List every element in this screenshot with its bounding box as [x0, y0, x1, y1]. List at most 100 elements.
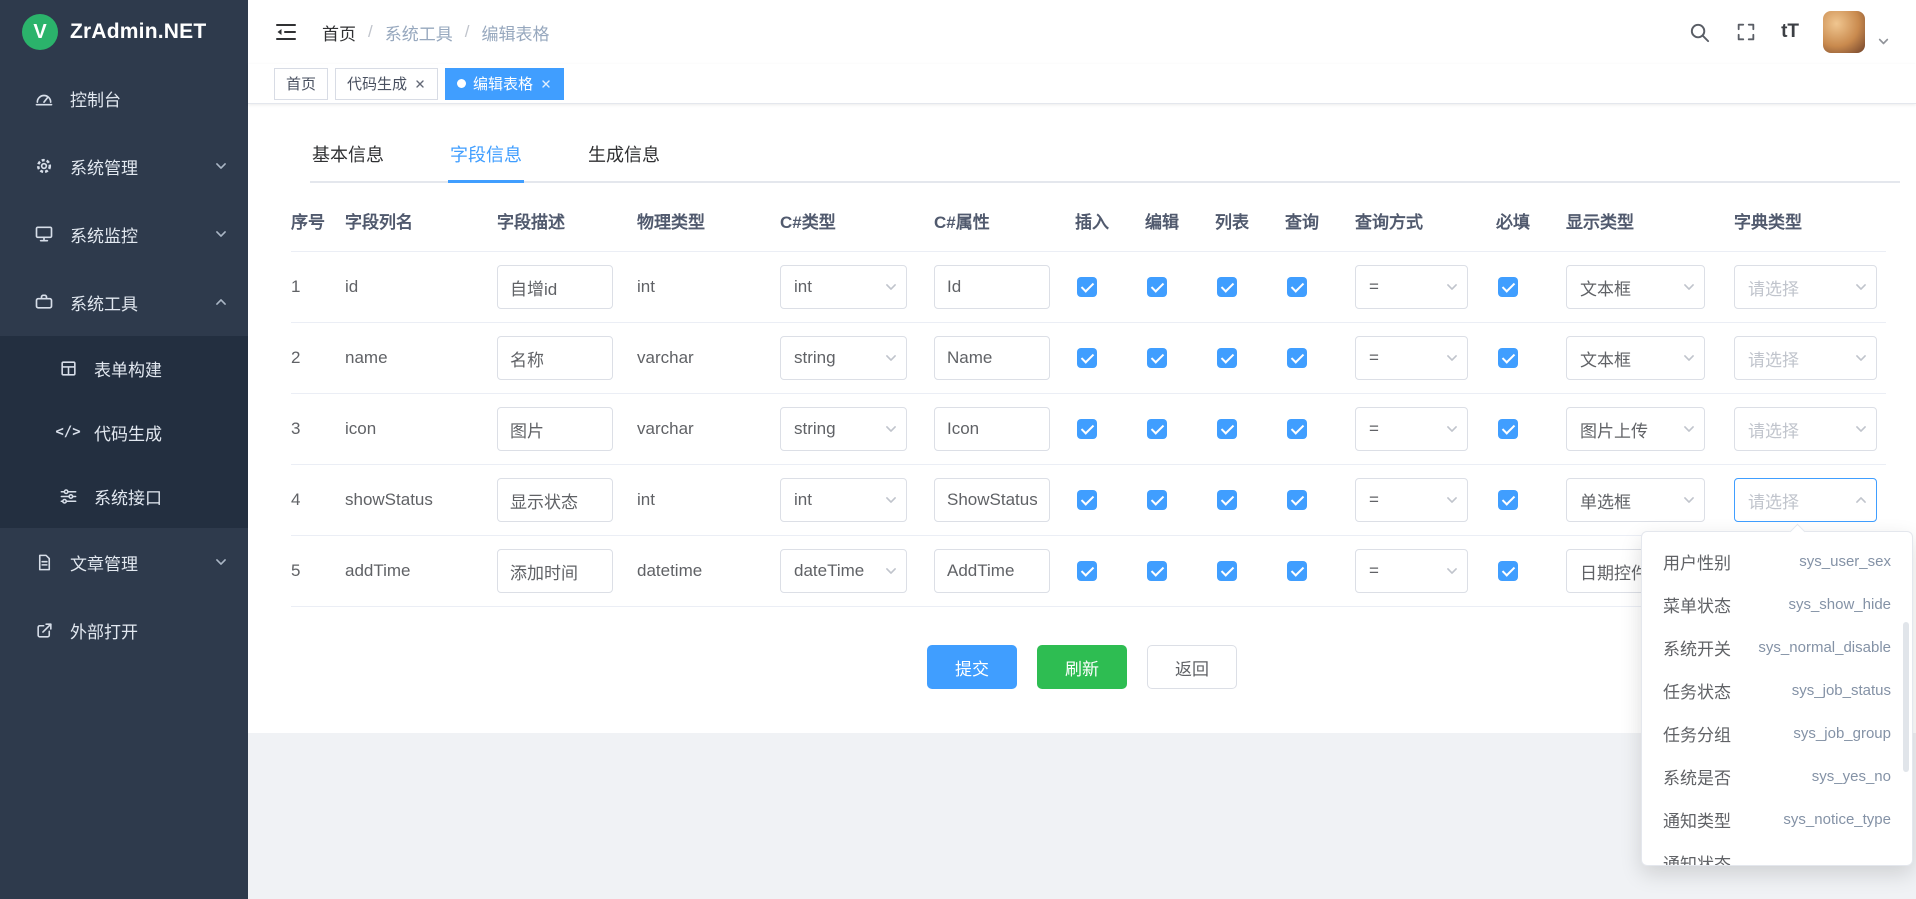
- refresh-button[interactable]: 刷新: [1037, 645, 1127, 689]
- query-mode-select[interactable]: =: [1355, 265, 1468, 309]
- required-checkbox[interactable]: [1498, 277, 1518, 297]
- dropdown-option[interactable]: 通知状态: [1642, 841, 1912, 865]
- logo[interactable]: V ZrAdmin.NET: [0, 0, 248, 64]
- query-checkbox[interactable]: [1287, 277, 1307, 297]
- query-checkbox[interactable]: [1287, 419, 1307, 439]
- close-icon[interactable]: [414, 78, 426, 90]
- list-checkbox[interactable]: [1217, 419, 1237, 439]
- tab-field-info[interactable]: 字段信息: [448, 128, 524, 181]
- cs-type-select[interactable]: string: [780, 336, 907, 380]
- query-mode-select[interactable]: =: [1355, 407, 1468, 451]
- breadcrumb-current: 编辑表格: [481, 20, 549, 45]
- list-checkbox[interactable]: [1217, 348, 1237, 368]
- chevron-down-icon: [1445, 351, 1459, 365]
- query-checkbox[interactable]: [1287, 348, 1307, 368]
- insert-checkbox[interactable]: [1077, 490, 1097, 510]
- dropdown-option[interactable]: 通知类型 sys_notice_type: [1642, 798, 1912, 841]
- close-icon[interactable]: [540, 78, 552, 90]
- dict-type-select[interactable]: 请选择: [1734, 265, 1877, 309]
- edit-checkbox[interactable]: [1147, 277, 1167, 297]
- edit-checkbox[interactable]: [1147, 561, 1167, 581]
- required-checkbox[interactable]: [1498, 490, 1518, 510]
- col-header: 字段描述: [497, 208, 637, 233]
- dropdown-option[interactable]: 任务状态 sys_job_status: [1642, 669, 1912, 712]
- sidebar-item-label: 系统管理: [70, 154, 138, 179]
- sidebar-fold-icon[interactable]: [274, 20, 298, 44]
- required-checkbox[interactable]: [1498, 561, 1518, 581]
- breadcrumb-section[interactable]: 系统工具: [385, 20, 453, 45]
- logo-icon: V: [22, 14, 58, 50]
- display-type-select[interactable]: 文本框: [1566, 265, 1705, 309]
- cs-type-select[interactable]: dateTime: [780, 549, 907, 593]
- seq-cell: 4: [291, 490, 345, 510]
- submit-button[interactable]: 提交: [927, 645, 1017, 689]
- field-desc-input[interactable]: [497, 407, 613, 451]
- list-checkbox[interactable]: [1217, 561, 1237, 581]
- list-checkbox[interactable]: [1217, 490, 1237, 510]
- query-checkbox[interactable]: [1287, 490, 1307, 510]
- sidebar-item-code-generator[interactable]: </> 代码生成: [0, 400, 248, 464]
- dropdown-option[interactable]: 用户性别 sys_user_sex: [1642, 540, 1912, 583]
- dict-type-select[interactable]: 请选择: [1734, 336, 1877, 380]
- insert-checkbox[interactable]: [1077, 348, 1097, 368]
- insert-checkbox[interactable]: [1077, 277, 1097, 297]
- cs-attr-input[interactable]: [934, 336, 1050, 380]
- query-mode-select[interactable]: =: [1355, 336, 1468, 380]
- cs-attr-input[interactable]: [934, 407, 1050, 451]
- field-desc-input[interactable]: [497, 336, 613, 380]
- cs-type-select[interactable]: int: [780, 478, 907, 522]
- query-mode-select[interactable]: =: [1355, 478, 1468, 522]
- sidebar-item-external-open[interactable]: 外部打开: [0, 596, 248, 664]
- physical-type-cell: varchar: [637, 419, 780, 439]
- dropdown-scrollbar[interactable]: [1903, 622, 1909, 772]
- required-checkbox[interactable]: [1498, 419, 1518, 439]
- dict-type-select-open[interactable]: 请选择: [1734, 478, 1877, 522]
- dropdown-option[interactable]: 系统开关 sys_normal_disable: [1642, 626, 1912, 669]
- cs-attr-input[interactable]: [934, 478, 1050, 522]
- fullscreen-icon[interactable]: [1735, 21, 1757, 43]
- display-type-select[interactable]: 单选框: [1566, 478, 1705, 522]
- field-desc-input[interactable]: [497, 549, 613, 593]
- cs-type-select[interactable]: int: [780, 265, 907, 309]
- sidebar-item-system-manage[interactable]: 系统管理: [0, 132, 248, 200]
- font-size-icon[interactable]: tT: [1781, 21, 1799, 43]
- sidebar-item-dashboard[interactable]: 控制台: [0, 64, 248, 132]
- dropdown-option[interactable]: 菜单状态 sys_show_hide: [1642, 583, 1912, 626]
- sidebar-item-system-api[interactable]: 系统接口: [0, 464, 248, 528]
- edit-checkbox[interactable]: [1147, 348, 1167, 368]
- tab-generate-info[interactable]: 生成信息: [586, 128, 662, 181]
- caret-down-icon[interactable]: [1877, 35, 1890, 48]
- tab-basic-info[interactable]: 基本信息: [310, 128, 386, 181]
- query-checkbox[interactable]: [1287, 561, 1307, 581]
- sidebar-item-article-manage[interactable]: 文章管理: [0, 528, 248, 596]
- sidebar-item-system-monitor[interactable]: 系统监控: [0, 200, 248, 268]
- avatar[interactable]: [1823, 11, 1865, 53]
- cs-type-select[interactable]: string: [780, 407, 907, 451]
- edit-checkbox[interactable]: [1147, 419, 1167, 439]
- display-type-select[interactable]: 图片上传: [1566, 407, 1705, 451]
- insert-checkbox[interactable]: [1077, 561, 1097, 581]
- dropdown-option[interactable]: 系统是否 sys_yes_no: [1642, 755, 1912, 798]
- breadcrumb-home[interactable]: 首页: [322, 20, 356, 45]
- list-checkbox[interactable]: [1217, 277, 1237, 297]
- sidebar-item-form-builder[interactable]: 表单构建: [0, 336, 248, 400]
- tag-codegen[interactable]: 代码生成: [335, 68, 438, 100]
- search-icon[interactable]: [1688, 21, 1711, 44]
- display-type-select[interactable]: 文本框: [1566, 336, 1705, 380]
- cs-attr-input[interactable]: [934, 265, 1050, 309]
- dropdown-option[interactable]: 任务分组 sys_job_group: [1642, 712, 1912, 755]
- back-button[interactable]: 返回: [1147, 645, 1237, 689]
- query-mode-select[interactable]: =: [1355, 549, 1468, 593]
- insert-checkbox[interactable]: [1077, 419, 1097, 439]
- app-root: V ZrAdmin.NET 控制台 系统管理: [0, 0, 1916, 899]
- field-desc-input[interactable]: [497, 265, 613, 309]
- tag-home[interactable]: 首页: [274, 68, 328, 100]
- field-desc-input[interactable]: [497, 478, 613, 522]
- tag-edit-table[interactable]: 编辑表格: [445, 68, 564, 100]
- edit-checkbox[interactable]: [1147, 490, 1167, 510]
- cs-attr-input[interactable]: [934, 549, 1050, 593]
- table-row: 4 showStatus int int: [291, 465, 1886, 536]
- sidebar-item-system-tools[interactable]: 系统工具: [0, 268, 248, 336]
- required-checkbox[interactable]: [1498, 348, 1518, 368]
- dict-type-select[interactable]: 请选择: [1734, 407, 1877, 451]
